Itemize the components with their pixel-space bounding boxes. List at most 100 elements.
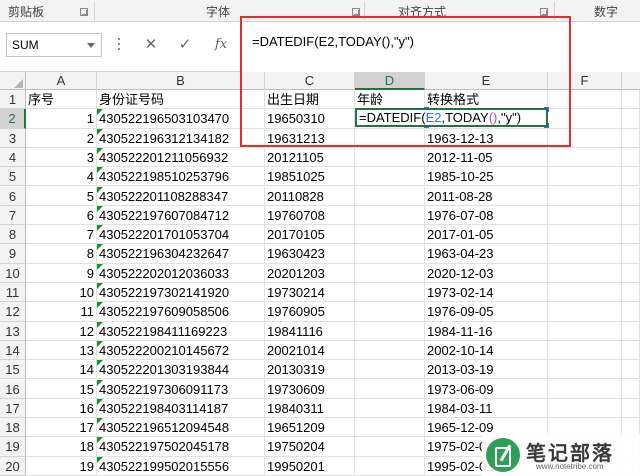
cell-c[interactable]: 19950201	[265, 456, 355, 476]
clipboard-launcher-icon[interactable]	[80, 8, 88, 16]
cell-a[interactable]: 17	[26, 418, 97, 438]
cell-a[interactable]: 5	[26, 186, 97, 206]
row-header[interactable]: 11	[0, 283, 26, 303]
ribbon-group-number[interactable]: 数字	[594, 0, 618, 22]
row-header[interactable]: 15	[0, 360, 26, 380]
row-header[interactable]: 13	[0, 321, 26, 341]
cell-a[interactable]: 19	[26, 456, 97, 476]
cell-g[interactable]	[622, 109, 640, 129]
cell-f[interactable]	[548, 321, 622, 341]
cell-a[interactable]: 7	[26, 225, 97, 245]
cell-d[interactable]	[355, 263, 425, 283]
cell-b[interactable]: 430522201211056932	[97, 147, 265, 168]
cell-b[interactable]: 430522197502045178	[97, 437, 265, 457]
cell-b[interactable]: 430522200210145672	[97, 340, 265, 361]
cell-g[interactable]	[622, 147, 640, 168]
cancel-button[interactable]: ✕	[141, 35, 161, 55]
cell-d[interactable]	[355, 418, 425, 438]
cell-e[interactable]: 1973-02-14	[425, 283, 548, 303]
row-header[interactable]: 10	[0, 263, 26, 283]
cell-f[interactable]	[548, 379, 622, 399]
cell-c[interactable]: 20130319	[265, 360, 355, 380]
cell-a[interactable]: 10	[26, 283, 97, 303]
cell-b[interactable]: 430522196304232647	[97, 244, 265, 264]
cell-g[interactable]	[622, 340, 640, 361]
cell-g[interactable]	[622, 205, 640, 226]
cell-c[interactable]: 20201203	[265, 263, 355, 283]
cell-g[interactable]	[622, 128, 640, 148]
cell-b[interactable]: 430522197607084712	[97, 205, 265, 226]
cell-a[interactable]: 16	[26, 398, 97, 419]
cell-e[interactable]: 1976-07-08	[425, 205, 548, 226]
enter-button[interactable]: ✓	[175, 35, 195, 55]
cell-c[interactable]: 19840311	[265, 398, 355, 419]
ribbon-group-font[interactable]: 字体	[206, 0, 230, 22]
cell-d[interactable]	[355, 340, 425, 361]
cell-g[interactable]	[622, 398, 640, 419]
cell-c[interactable]: 19841116	[265, 321, 355, 341]
cell-f[interactable]	[548, 244, 622, 264]
cell-e[interactable]: 1985-10-25	[425, 167, 548, 187]
cell-a[interactable]: 9	[26, 263, 97, 283]
cell-d[interactable]	[355, 147, 425, 168]
row-header[interactable]: 19	[0, 437, 26, 457]
row-header[interactable]: 2	[0, 109, 26, 129]
column-header-a[interactable]: A	[26, 72, 97, 90]
cell-f[interactable]	[548, 205, 622, 226]
cell-b[interactable]: 430522196512094548	[97, 418, 265, 438]
cell-g[interactable]	[622, 379, 640, 399]
cell-f[interactable]	[548, 283, 622, 303]
cell-g[interactable]	[622, 244, 640, 264]
cell-b[interactable]: 430522198510253796	[97, 167, 265, 187]
cell-e[interactable]: 1976-09-05	[425, 302, 548, 322]
row-header[interactable]: 14	[0, 340, 26, 361]
cell-a[interactable]: 18	[26, 437, 97, 457]
select-all-corner[interactable]	[0, 72, 26, 90]
row-header[interactable]: 4	[0, 147, 26, 168]
cell-b[interactable]: 430522198411169223	[97, 321, 265, 341]
cell-f[interactable]	[548, 398, 622, 419]
cell-c[interactable]: 20110828	[265, 186, 355, 206]
cell-a[interactable]: 1	[26, 109, 97, 129]
row-header[interactable]: 16	[0, 379, 26, 399]
cell-d[interactable]	[355, 398, 425, 419]
cell-e[interactable]: 2020-12-03	[425, 263, 548, 283]
cell-d[interactable]	[355, 186, 425, 206]
row-header[interactable]: 3	[0, 128, 26, 148]
cell-d[interactable]	[355, 437, 425, 457]
cell-a[interactable]: 4	[26, 167, 97, 187]
cell-d[interactable]	[355, 321, 425, 341]
ribbon-group-clipboard[interactable]: 剪贴板	[8, 0, 44, 22]
cell-e[interactable]: 2012-11-05	[425, 147, 548, 168]
cell-g[interactable]	[622, 360, 640, 380]
cell-e[interactable]: 1984-03-11	[425, 398, 548, 419]
cell-g[interactable]	[622, 225, 640, 245]
cell-f[interactable]	[548, 186, 622, 206]
insert-function-button[interactable]: fx	[211, 35, 231, 55]
cell-d[interactable]	[355, 456, 425, 476]
cell-a[interactable]: 8	[26, 244, 97, 264]
cell-e[interactable]: 2017-01-05	[425, 225, 548, 245]
cell-c[interactable]: 19651209	[265, 418, 355, 438]
cell-g[interactable]	[622, 283, 640, 303]
cell-b[interactable]: 430522201303193844	[97, 360, 265, 380]
cell-d[interactable]	[355, 244, 425, 264]
cell-e[interactable]: 2002-10-14	[425, 340, 548, 361]
cell-c[interactable]: 19730609	[265, 379, 355, 399]
cell-f[interactable]	[548, 340, 622, 361]
cell-b[interactable]: 430522198403114187	[97, 398, 265, 419]
cell-e[interactable]: 2013-03-19	[425, 360, 548, 380]
row-header[interactable]: 7	[0, 205, 26, 226]
cell-g[interactable]	[622, 302, 640, 322]
chevron-down-icon[interactable]	[87, 43, 95, 48]
cell-b[interactable]: 430522202012036033	[97, 263, 265, 283]
cell-b[interactable]: 430522197302141920	[97, 283, 265, 303]
cell-e[interactable]: 2011-08-28	[425, 186, 548, 206]
cell-f[interactable]	[548, 302, 622, 322]
cell-a[interactable]: 2	[26, 128, 97, 148]
cell-f[interactable]	[548, 263, 622, 283]
cell-d[interactable]	[355, 360, 425, 380]
row-header[interactable]: 20	[0, 456, 26, 476]
cell-c[interactable]: 20021014	[265, 340, 355, 361]
row-header[interactable]: 12	[0, 302, 26, 322]
